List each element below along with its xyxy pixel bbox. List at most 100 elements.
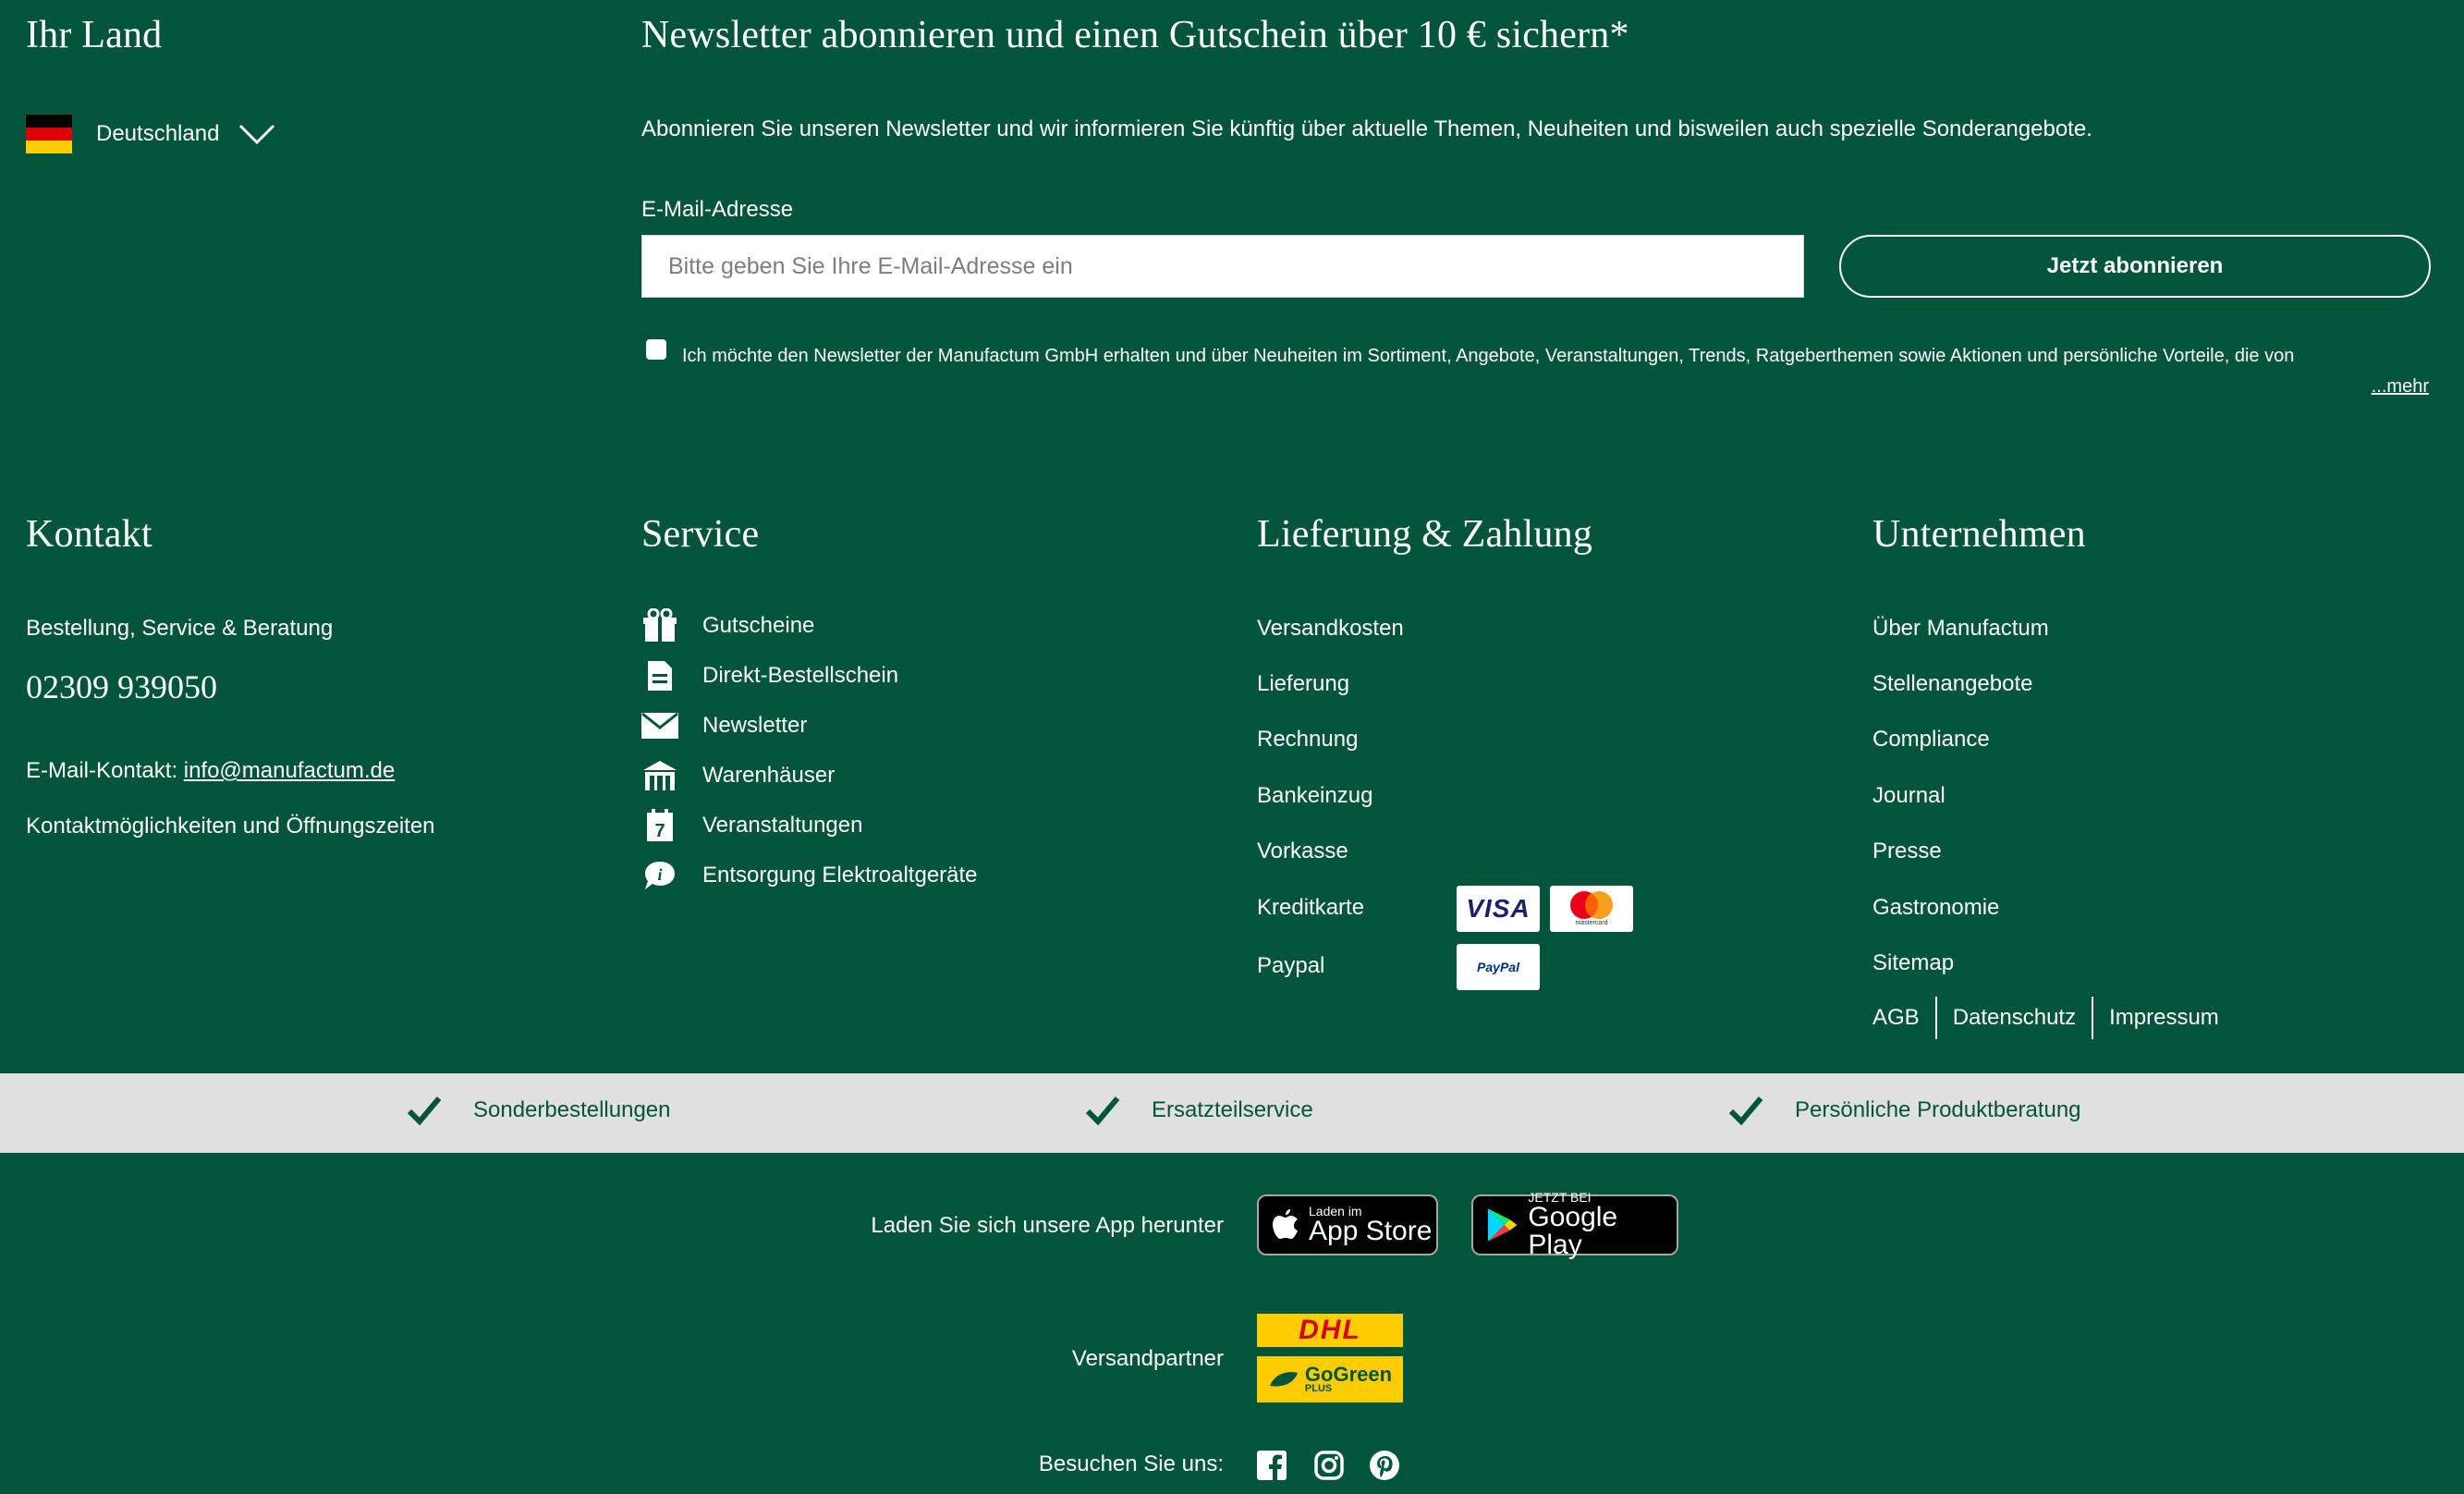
contact-email-link[interactable]: info@manufactum.de bbox=[184, 758, 395, 783]
visa-logo-text: VISA bbox=[1466, 894, 1531, 923]
legal-links: AGB Datenschutz Impressum bbox=[1872, 997, 2219, 1039]
legal-link-datenschutz[interactable]: Datenschutz bbox=[1953, 1005, 2076, 1031]
app-store-badge[interactable]: Laden im App Store bbox=[1257, 1194, 1438, 1255]
company-link-sitemap[interactable]: Sitemap bbox=[1872, 950, 1954, 976]
usp-bar: Sonderbestellungen Ersatzteilservice Per… bbox=[0, 1073, 2464, 1153]
dhl-logo: DHL bbox=[1257, 1314, 1403, 1347]
consent-more-link[interactable]: ...mehr bbox=[2372, 376, 2429, 398]
contact-hours-link[interactable]: Kontaktmöglichkeiten und Öffnungszeiten bbox=[26, 814, 435, 839]
envelope-icon bbox=[641, 707, 678, 744]
mastercard-logo: mastercard bbox=[1550, 886, 1633, 932]
contact-email-prefix: E-Mail-Kontakt: bbox=[26, 758, 178, 783]
document-icon bbox=[641, 657, 678, 694]
service-item-newsletter[interactable]: Newsletter bbox=[641, 707, 978, 744]
newsletter-consent-checkbox[interactable] bbox=[646, 339, 666, 360]
delivery-link-versandkosten[interactable]: Versandkosten bbox=[1257, 616, 1404, 642]
service-label: Entsorgung Elektroaltgeräte bbox=[702, 863, 978, 888]
usp-label: Sonderbestellungen bbox=[473, 1097, 671, 1122]
instagram-icon[interactable] bbox=[1314, 1451, 1344, 1485]
service-label: Direkt-Bestellschein bbox=[702, 663, 899, 688]
email-placeholder: Bitte geben Sie Ihre E-Mail-Adresse ein bbox=[668, 252, 1073, 279]
visa-logo: VISA bbox=[1457, 886, 1540, 932]
usp-label: Persönliche Produktberatung bbox=[1795, 1097, 2081, 1122]
svg-text:7: 7 bbox=[654, 821, 665, 841]
newsletter-consent-text: Ich möchte den Newsletter der Manufactum… bbox=[682, 346, 2295, 366]
social-label: Besuchen Sie uns: bbox=[1038, 1451, 1224, 1476]
gogreen-sub-text: PLUS bbox=[1304, 1382, 1333, 1394]
pinterest-icon[interactable] bbox=[1370, 1451, 1399, 1485]
chevron-down-icon bbox=[239, 124, 275, 145]
service-label: Warenhäuser bbox=[702, 763, 836, 788]
contact-email-row: E-Mail-Kontakt: info@manufactum.de bbox=[26, 758, 395, 784]
gogreen-text: GoGreen bbox=[1304, 1362, 1393, 1386]
usp-item-produktberatung: Persönliche Produktberatung bbox=[1728, 1095, 2081, 1126]
usp-item-ersatzteilservice: Ersatzteilservice bbox=[1085, 1095, 1313, 1126]
checkmark-icon bbox=[1728, 1096, 1763, 1126]
service-item-entsorgung[interactable]: i Entsorgung Elektroaltgeräte bbox=[641, 857, 978, 894]
gift-icon bbox=[641, 607, 678, 644]
calendar-icon: 7 bbox=[641, 807, 678, 844]
country-selector[interactable]: Deutschland bbox=[26, 115, 276, 153]
store-icon bbox=[641, 757, 678, 794]
delivery-link-bankeinzug[interactable]: Bankeinzug bbox=[1257, 783, 1372, 809]
delivery-heading: Lieferung & Zahlung bbox=[1257, 513, 1593, 556]
contact-phone[interactable]: 02309 939050 bbox=[26, 667, 217, 706]
svg-text:i: i bbox=[657, 865, 662, 884]
mastercard-logo-text: mastercard bbox=[1575, 920, 1608, 926]
company-heading: Unternehmen bbox=[1872, 513, 2086, 556]
dhl-logo-text: DHL bbox=[1299, 1315, 1361, 1345]
google-play-badge[interactable]: JETZT BEI Google Play bbox=[1471, 1191, 1678, 1259]
checkmark-icon bbox=[407, 1096, 442, 1126]
mastercard-circles-icon bbox=[1570, 891, 1613, 919]
legal-separator bbox=[2092, 997, 2094, 1039]
service-item-veranstaltungen[interactable]: 7 Veranstaltungen bbox=[641, 807, 978, 844]
gogreen-plus-logo: GoGreen PLUS bbox=[1257, 1356, 1403, 1402]
checkmark-icon bbox=[1085, 1096, 1120, 1126]
newsletter-intro: Abonnieren Sie unseren Newsletter und wi… bbox=[641, 116, 2092, 141]
paypal-logo: PayPal bbox=[1457, 944, 1540, 990]
info-bubble-icon: i bbox=[641, 857, 678, 894]
apple-icon bbox=[1273, 1209, 1298, 1239]
contact-order-label: Bestellung, Service & Beratung bbox=[26, 616, 334, 641]
service-item-gutscheine[interactable]: Gutscheine bbox=[641, 607, 978, 644]
company-link-ueber-manufactum[interactable]: Über Manufactum bbox=[1872, 616, 2049, 642]
footer: Ihr Land Deutschland Newsletter abonnier… bbox=[0, 0, 2464, 1494]
delivery-link-rechnung[interactable]: Rechnung bbox=[1257, 727, 1358, 753]
email-label: E-Mail-Adresse bbox=[641, 197, 794, 222]
delivery-link-lieferung[interactable]: Lieferung bbox=[1257, 671, 1349, 697]
legal-separator bbox=[1934, 997, 1937, 1039]
company-link-gastronomie[interactable]: Gastronomie bbox=[1872, 895, 1999, 921]
service-list: Gutscheine Direkt-Bestellschein Newslett… bbox=[641, 607, 978, 894]
delivery-link-kreditkarte[interactable]: Kreditkarte bbox=[1257, 895, 1364, 921]
google-play-big-text: Google Play bbox=[1528, 1202, 1618, 1260]
company-link-journal[interactable]: Journal bbox=[1872, 783, 1946, 809]
germany-flag-icon bbox=[26, 115, 72, 153]
service-item-direkt-bestellschein[interactable]: Direkt-Bestellschein bbox=[641, 657, 978, 694]
service-label: Gutscheine bbox=[702, 613, 815, 638]
app-label: Laden Sie sich unsere App herunter bbox=[871, 1213, 1224, 1238]
email-input[interactable]: Bitte geben Sie Ihre E-Mail-Adresse ein bbox=[641, 235, 1804, 298]
country-selected-label: Deutschland bbox=[96, 121, 220, 146]
delivery-link-paypal[interactable]: Paypal bbox=[1257, 953, 1324, 979]
company-link-compliance[interactable]: Compliance bbox=[1872, 727, 1990, 753]
company-link-stellenangebote[interactable]: Stellenangebote bbox=[1872, 671, 2032, 697]
leaf-icon bbox=[1269, 1372, 1298, 1387]
usp-label: Ersatzteilservice bbox=[1152, 1097, 1313, 1122]
service-item-warenhaeuser[interactable]: Warenhäuser bbox=[641, 757, 978, 794]
delivery-link-vorkasse[interactable]: Vorkasse bbox=[1257, 839, 1348, 864]
service-heading: Service bbox=[641, 513, 760, 556]
legal-link-impressum[interactable]: Impressum bbox=[2109, 1005, 2219, 1031]
usp-item-sonderbestellungen: Sonderbestellungen bbox=[407, 1095, 671, 1126]
service-label: Newsletter bbox=[702, 713, 808, 738]
company-link-presse[interactable]: Presse bbox=[1872, 839, 1942, 864]
legal-link-agb[interactable]: AGB bbox=[1872, 1005, 1920, 1031]
app-store-big-text: App Store bbox=[1309, 1216, 1433, 1246]
subscribe-button[interactable]: Jetzt abonnieren bbox=[1839, 235, 2431, 298]
country-heading: Ihr Land bbox=[26, 14, 163, 56]
service-label: Veranstaltungen bbox=[702, 813, 863, 838]
paypal-logo-text: PayPal bbox=[1477, 960, 1519, 974]
google-play-icon bbox=[1487, 1208, 1518, 1242]
newsletter-heading: Newsletter abonnieren und einen Gutschei… bbox=[641, 14, 1629, 56]
facebook-icon[interactable] bbox=[1257, 1451, 1287, 1485]
shipping-label: Versandpartner bbox=[1071, 1346, 1224, 1371]
